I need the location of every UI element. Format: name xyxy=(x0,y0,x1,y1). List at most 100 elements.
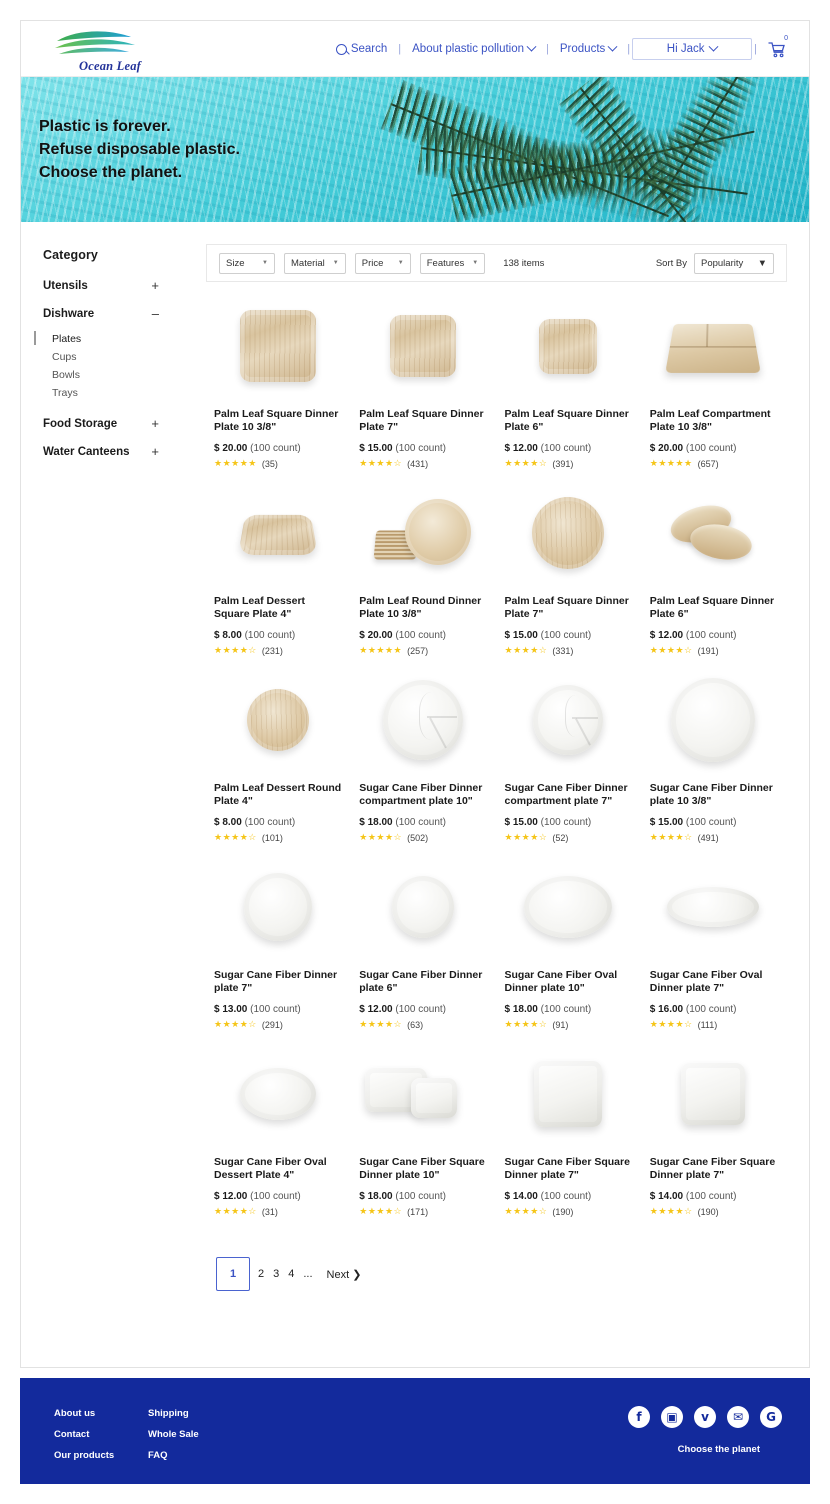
product-card[interactable]: Sugar Cane Fiber Oval Dinner plate 10" $… xyxy=(497,843,642,1030)
product-title[interactable]: Palm Leaf Round Dinner Plate 10 3/8" xyxy=(359,595,486,621)
page-3-button[interactable]: 3 xyxy=(272,1268,280,1280)
product-title[interactable]: Palm Leaf Square Dinner Plate 10 3/8" xyxy=(214,408,341,434)
star-rating-icon: ★★★★☆ xyxy=(214,645,257,655)
product-price: $ 8.00 (100 count) xyxy=(214,630,341,641)
sidebar-subitem-bowls[interactable]: Bowls xyxy=(43,366,206,384)
price-value: $ 20.00 xyxy=(649,443,684,454)
product-title[interactable]: Sugar Cane Fiber Oval Dessert Plate 4" xyxy=(214,1156,341,1182)
product-card[interactable]: Sugar Cane Fiber Dinner compartment plat… xyxy=(497,656,642,843)
sidebar-item-utensils[interactable]: Utensils + xyxy=(43,278,159,293)
product-title[interactable]: Sugar Cane Fiber Square Dinner plate 7" xyxy=(505,1156,632,1182)
sidebar-item-water-canteens[interactable]: Water Canteens + xyxy=(43,444,159,459)
sort-by-select[interactable]: Popularity ▼ xyxy=(694,252,774,274)
product-title[interactable]: Sugar Cane Fiber Oval Dinner plate 7" xyxy=(650,969,777,995)
product-title[interactable]: Palm Leaf Compartment Plate 10 3/8" xyxy=(650,408,777,434)
product-card[interactable]: Palm Leaf Square Dinner Plate 10 3/8" $ … xyxy=(206,282,351,469)
price-count: (100 count) xyxy=(395,1004,446,1015)
product-card[interactable]: Sugar Cane Fiber Oval Dinner plate 7" $ … xyxy=(642,843,787,1030)
pagination: 1 2 3 4 ... Next ❯ xyxy=(206,1217,787,1291)
footer-link-shipping[interactable]: Shipping xyxy=(148,1408,199,1419)
sidebar-item-dishware[interactable]: Dishware – xyxy=(43,306,159,321)
page-4-button[interactable]: 4 xyxy=(287,1268,295,1280)
star-rating-icon: ★★★★☆ xyxy=(504,832,548,842)
sidebar-item-food-storage[interactable]: Food Storage + xyxy=(43,416,159,431)
price-value: $ 18.00 xyxy=(359,1191,393,1202)
product-title[interactable]: Palm Leaf Square Dinner Plate 7" xyxy=(505,595,632,621)
page-body: Category Utensils + Dishware – Plates Cu… xyxy=(21,222,809,1291)
filter-size[interactable]: Size ▼ xyxy=(219,252,275,274)
product-card[interactable]: Sugar Cane Fiber Square Dinner plate 7" … xyxy=(642,1030,787,1217)
sidebar-subitem-trays[interactable]: Trays xyxy=(43,384,206,402)
product-image xyxy=(650,672,777,768)
nav-search[interactable]: Search xyxy=(327,43,396,55)
footer-link-our-products[interactable]: Our products xyxy=(54,1450,114,1461)
email-icon[interactable]: ✉ xyxy=(727,1406,749,1428)
product-card[interactable]: Sugar Cane Fiber Oval Dessert Plate 4" $… xyxy=(206,1030,351,1217)
product-card[interactable]: Sugar Cane Fiber Dinner compartment plat… xyxy=(351,656,496,843)
price-count: (100 count) xyxy=(244,817,296,828)
facebook-icon[interactable]: f xyxy=(628,1406,650,1428)
sidebar-subitem-cups[interactable]: Cups xyxy=(43,348,206,366)
google-plus-icon[interactable]: G xyxy=(760,1406,782,1428)
footer-link-whole-sale[interactable]: Whole Sale xyxy=(148,1429,199,1440)
product-title[interactable]: Palm Leaf Dessert Round Plate 4" xyxy=(214,782,341,808)
product-card[interactable]: Palm Leaf Dessert Square Plate 4" $ 8.00… xyxy=(206,469,351,656)
price-count: (100 count) xyxy=(244,630,296,641)
star-rating-icon: ★★★★☆ xyxy=(504,1206,548,1216)
product-title[interactable]: Sugar Cane Fiber Oval Dinner plate 10" xyxy=(505,969,632,995)
next-page-button[interactable]: Next ❯ xyxy=(327,1268,362,1281)
sidebar-subitem-plates[interactable]: Plates xyxy=(34,330,206,348)
product-card[interactable]: Sugar Cane Fiber Square Dinner plate 10"… xyxy=(351,1030,496,1217)
price-value: $ 20.00 xyxy=(359,630,393,641)
product-price: $ 18.00 (100 count) xyxy=(359,817,486,828)
page-2-button[interactable]: 2 xyxy=(257,1268,265,1280)
user-account-dropdown[interactable]: Hi Jack xyxy=(632,38,753,60)
product-card[interactable]: Palm Leaf Square Dinner Plate 7" $ 15.00… xyxy=(351,282,496,469)
product-title[interactable]: Palm Leaf Dessert Square Plate 4" xyxy=(214,595,341,621)
product-card[interactable]: Sugar Cane Fiber Dinner plate 10 3/8" $ … xyxy=(642,656,787,843)
product-card[interactable]: Palm Leaf Compartment Plate 10 3/8" $ 20… xyxy=(642,282,787,469)
product-card[interactable]: Palm Leaf Square Dinner Plate 7" $ 15.00… xyxy=(497,469,642,656)
instagram-icon[interactable]: ▣ xyxy=(661,1406,683,1428)
footer-link-faq[interactable]: FAQ xyxy=(148,1450,199,1461)
cart-button[interactable]: 0 xyxy=(767,35,788,59)
product-card[interactable]: Sugar Cane Fiber Dinner plate 6" $ 12.00… xyxy=(351,843,496,1030)
brand-logo[interactable]: Ocean Leaf xyxy=(51,27,171,75)
price-value: $ 12.00 xyxy=(214,1191,248,1202)
hero-line-1: Plastic is forever. xyxy=(39,118,171,135)
product-card[interactable]: Sugar Cane Fiber Square Dinner plate 7" … xyxy=(497,1030,642,1217)
product-title[interactable]: Palm Leaf Square Dinner Plate 7" xyxy=(359,408,486,434)
product-title[interactable]: Sugar Cane Fiber Dinner compartment plat… xyxy=(359,782,486,808)
product-image xyxy=(505,1046,632,1142)
product-rating: ★★★★☆ (190) xyxy=(505,1206,632,1217)
cart-count-badge: 0 xyxy=(784,35,788,42)
price-value: $ 15.00 xyxy=(504,817,538,828)
product-card[interactable]: Palm Leaf Dessert Round Plate 4" $ 8.00 … xyxy=(206,656,351,843)
product-title[interactable]: Sugar Cane Fiber Dinner plate 10 3/8" xyxy=(650,782,777,808)
product-card[interactable]: Palm Leaf Square Dinner Plate 6" $ 12.00… xyxy=(497,282,642,469)
product-title[interactable]: Sugar Cane Fiber Dinner plate 6" xyxy=(359,969,486,995)
footer-link-about-us[interactable]: About us xyxy=(54,1408,114,1419)
hero-line-3: Choose the planet. xyxy=(39,164,183,181)
collapse-icon: – xyxy=(151,306,159,321)
product-image xyxy=(214,672,341,768)
product-title[interactable]: Palm Leaf Square Dinner Plate 6" xyxy=(650,595,777,621)
filter-features[interactable]: Features ▼ xyxy=(419,252,486,274)
footer-link-contact[interactable]: Contact xyxy=(54,1429,114,1440)
nav-products[interactable]: Products xyxy=(551,41,625,55)
product-card[interactable]: Palm Leaf Square Dinner Plate 6" $ 12.00… xyxy=(642,469,787,656)
product-card[interactable]: Palm Leaf Round Dinner Plate 10 3/8" $ 2… xyxy=(351,469,496,656)
filter-material[interactable]: Material ▼ xyxy=(284,252,346,274)
filter-price[interactable]: Price ▼ xyxy=(354,252,411,274)
price-value: $ 15.00 xyxy=(504,630,538,641)
price-value: $ 12.00 xyxy=(504,443,538,454)
twitter-icon[interactable]: ᴠ xyxy=(694,1406,716,1428)
nav-about-plastic-pollution[interactable]: About plastic pollution xyxy=(403,41,544,55)
page-1-button[interactable]: 1 xyxy=(216,1257,250,1291)
product-title[interactable]: Sugar Cane Fiber Dinner compartment plat… xyxy=(505,782,632,808)
product-title[interactable]: Sugar Cane Fiber Square Dinner plate 10" xyxy=(359,1156,486,1182)
product-card[interactable]: Sugar Cane Fiber Dinner plate 7" $ 13.00… xyxy=(206,843,351,1030)
product-title[interactable]: Sugar Cane Fiber Square Dinner plate 7" xyxy=(650,1156,777,1182)
product-title[interactable]: Palm Leaf Square Dinner Plate 6" xyxy=(505,408,632,434)
product-title[interactable]: Sugar Cane Fiber Dinner plate 7" xyxy=(214,969,341,995)
